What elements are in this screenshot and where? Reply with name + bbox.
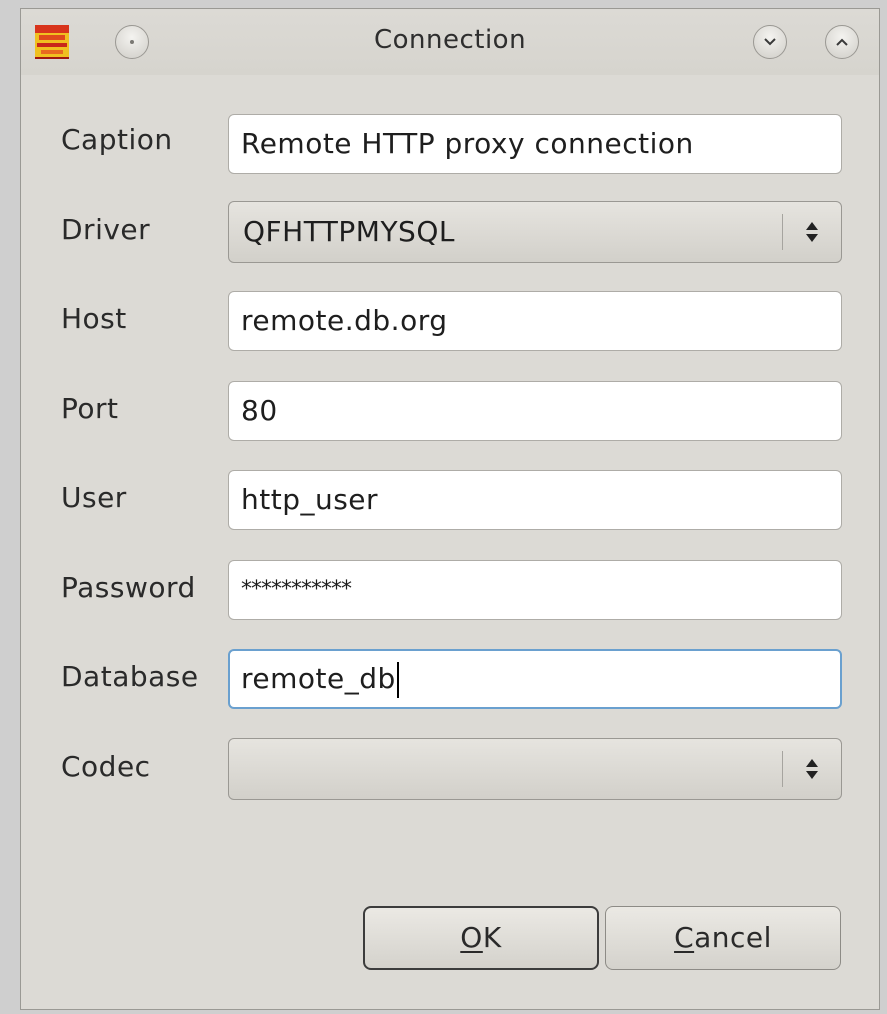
driver-select-arrow[interactable] [783,202,841,262]
ok-button[interactable]: OK [363,906,599,970]
ok-button-mnemonic: O [460,921,483,954]
minimize-button[interactable] [753,25,787,59]
password-input[interactable]: *********** [228,560,842,620]
driver-select[interactable]: QFHTTPMYSQL [228,201,842,263]
port-input[interactable]: 80 [228,381,842,441]
codec-select-arrow[interactable] [783,739,841,799]
updown-arrows-icon [806,222,818,242]
maximize-button[interactable] [825,25,859,59]
caption-label: Caption [61,123,173,156]
codec-select[interactable] [228,738,842,800]
codec-label: Codec [61,750,151,783]
ok-button-label-rest: K [482,921,502,954]
port-label: Port [61,392,119,425]
password-label: Password [61,571,196,604]
maximize-chevron-up-icon [836,38,848,46]
text-caret [396,662,399,698]
caption-input[interactable]: Remote HTTP proxy connection [228,114,842,174]
user-input[interactable]: http_user [228,470,842,530]
cancel-button-mnemonic: C [674,921,695,954]
database-label: Database [61,660,199,693]
title-bar[interactable]: Connection [21,9,879,75]
window-title: Connection [373,25,527,55]
database-input[interactable]: remote_db [228,649,842,709]
updown-arrows-icon [806,759,818,779]
connection-dialog: Connection Caption Remote HTTP proxy con… [20,8,880,1010]
minimize-chevron-down-icon [764,38,776,46]
user-label: User [61,481,127,514]
host-input[interactable]: remote.db.org [228,291,842,351]
cancel-button-label-rest: ancel [694,921,772,954]
database-input-value: remote_db [241,662,396,695]
driver-select-value: QFHTTPMYSQL [243,215,455,248]
host-label: Host [61,302,127,335]
driver-label: Driver [61,213,151,246]
cancel-button[interactable]: Cancel [605,906,841,970]
